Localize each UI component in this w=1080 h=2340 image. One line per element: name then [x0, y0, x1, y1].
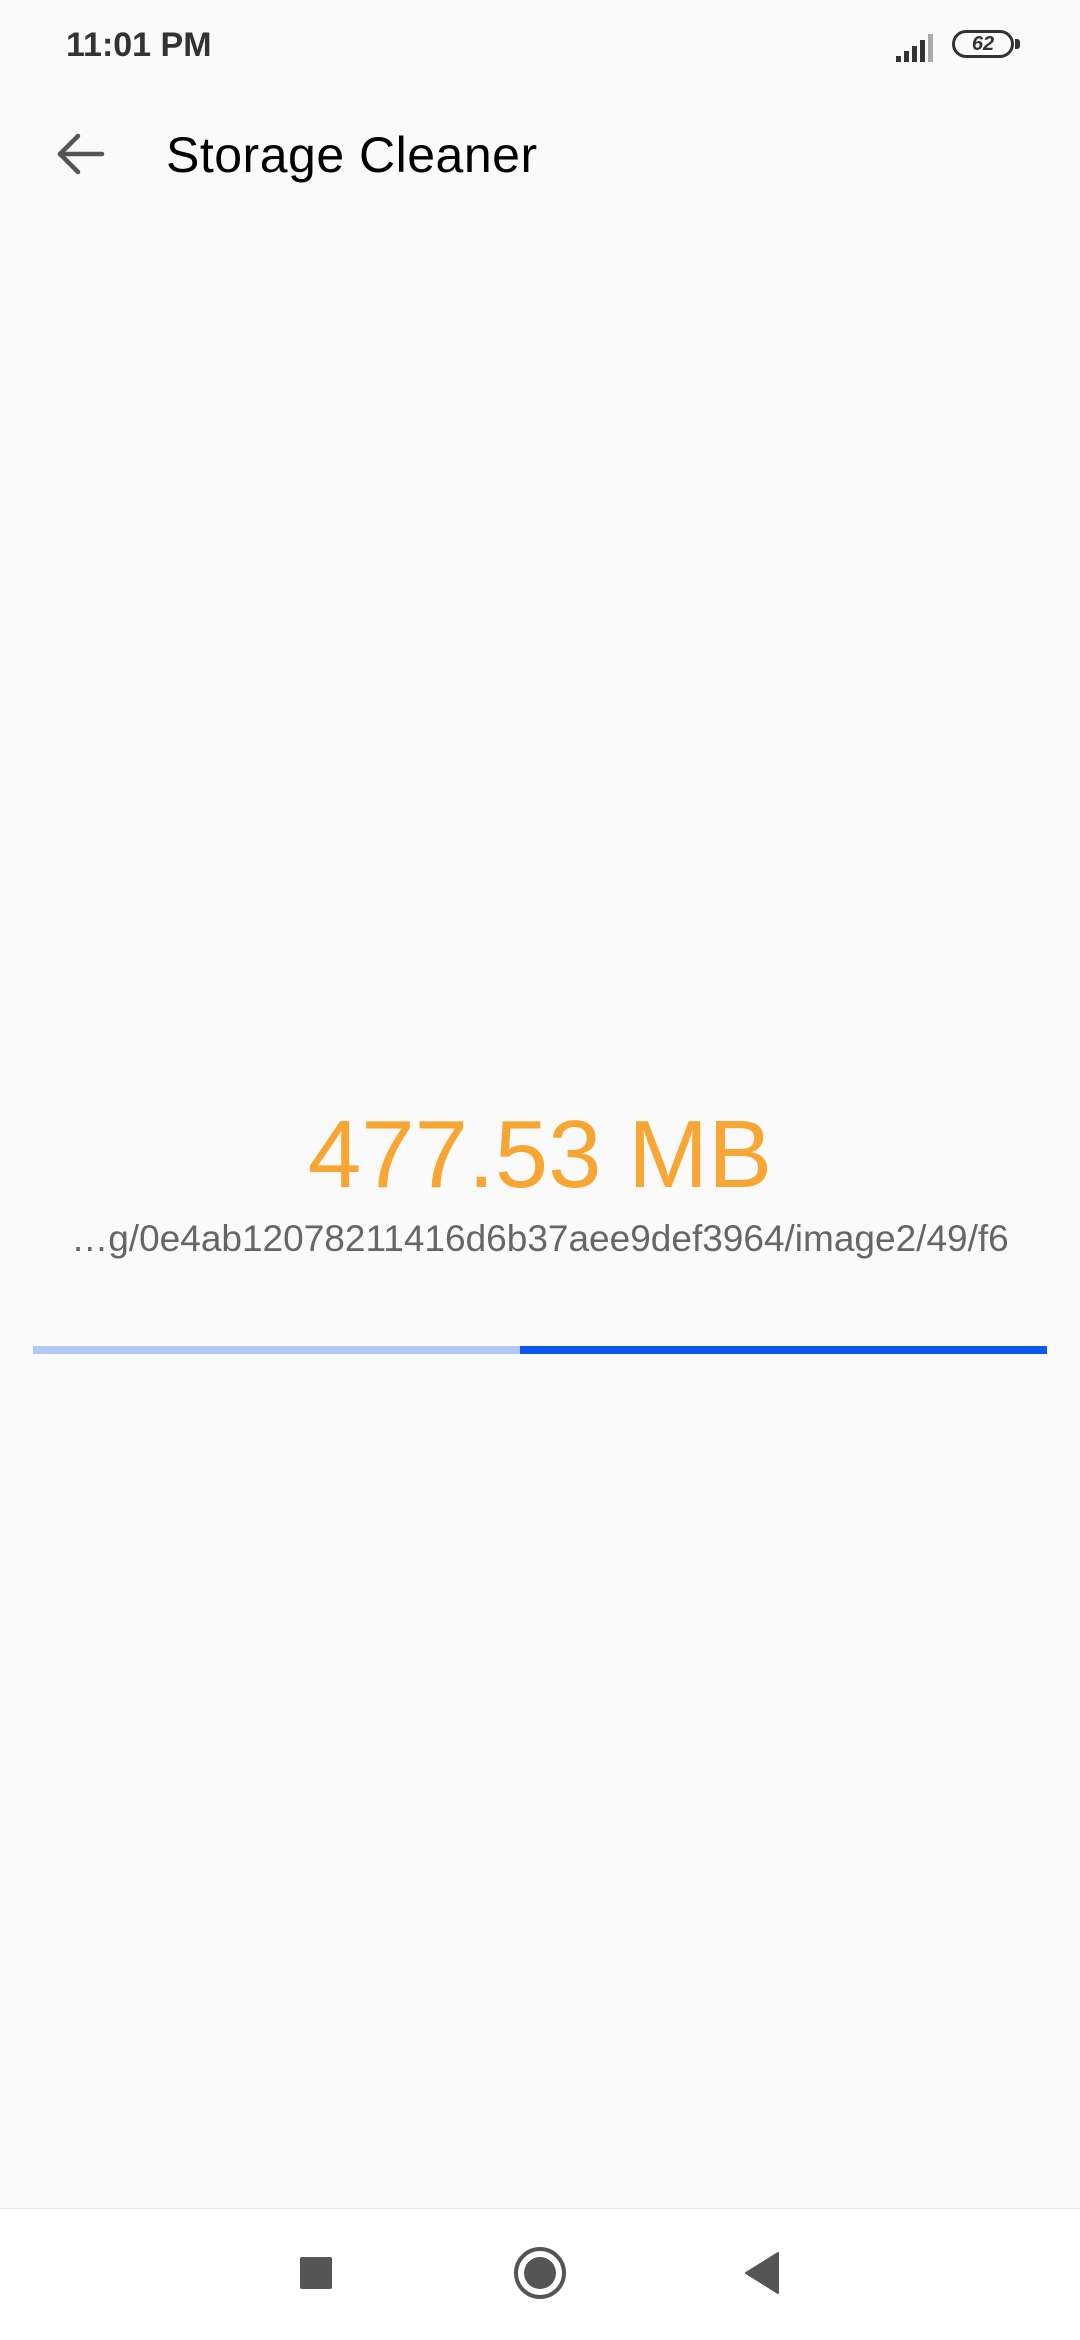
recents-button[interactable]: [280, 2239, 352, 2311]
storage-cleaner-screen: 11:01 PM 62 Storage Cleaner 477.53 MB …g…: [0, 0, 1080, 2340]
back-button[interactable]: [40, 116, 120, 196]
circle-home-icon: [512, 2245, 568, 2306]
battery-icon: 62: [952, 30, 1022, 62]
home-button[interactable]: [504, 2239, 576, 2311]
triangle-back-icon: [742, 2251, 782, 2300]
nav-back-button[interactable]: [726, 2239, 798, 2311]
size-found: 477.53 MB: [307, 1101, 773, 1208]
scan-progress-fill: [33, 1346, 520, 1354]
page-title: Storage Cleaner: [166, 127, 538, 183]
signal-icon: [894, 32, 938, 64]
square-recents-icon: [298, 2255, 334, 2296]
status-bar: 11:01 PM 62: [0, 0, 1080, 96]
app-bar: Storage Cleaner: [0, 96, 1080, 216]
navigation-bar: [0, 2208, 1080, 2340]
current-scan-path: …g/0e4ab12078211416d6b37aee9def3964/imag…: [71, 1218, 1009, 1259]
status-time: 11:01 PM: [66, 26, 212, 64]
scan-progress-bar: [33, 1346, 1047, 1354]
battery-level: 62: [971, 33, 995, 55]
arrow-left-icon: [54, 128, 106, 185]
